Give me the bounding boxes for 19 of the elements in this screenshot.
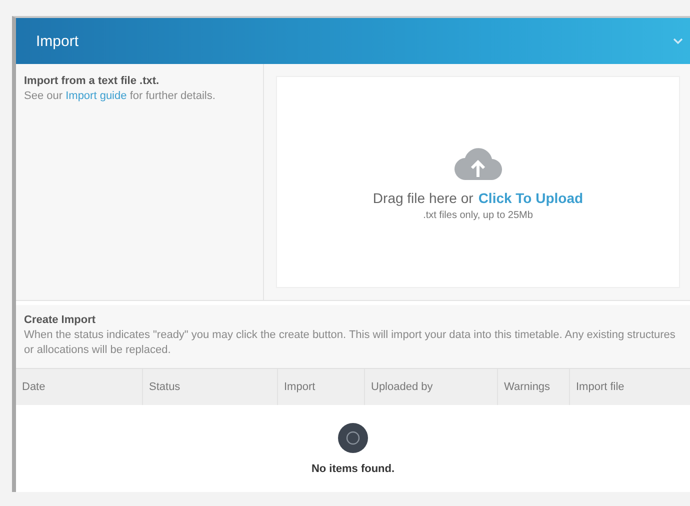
column-header[interactable]: Uploaded by <box>365 369 498 405</box>
column-header[interactable]: Import <box>278 369 365 405</box>
panel-title: Import <box>36 32 79 50</box>
intro-text: See our <box>24 90 63 102</box>
column-header[interactable]: Status <box>143 369 278 405</box>
column-header[interactable]: Warnings <box>498 369 570 405</box>
upload-dropzone[interactable]: Drag file here or Click To Upload .txt files only, up to 25Mb <box>276 76 680 288</box>
upload-link[interactable]: Click To Upload <box>478 190 584 206</box>
column-header[interactable]: Date <box>16 369 143 405</box>
intro-text: for further details. <box>130 90 216 102</box>
intro-heading: Import from a text file .txt. <box>24 74 160 89</box>
import-guide-link[interactable]: Import guide <box>66 90 127 102</box>
section-heading: Create Import <box>24 313 97 328</box>
empty-message: No items found. <box>311 463 395 475</box>
empty-icon <box>338 423 368 453</box>
column-header[interactable]: Import file <box>570 369 690 405</box>
upload-prompt: Drag file here or <box>372 190 474 206</box>
section-description: When the status indicates "ready" you may click the create button. This will import your data into this timetable. Any existing structures or allocations will be replaced. <box>24 328 676 358</box>
upload-hint: .txt files only, up to 25Mb <box>423 210 533 220</box>
